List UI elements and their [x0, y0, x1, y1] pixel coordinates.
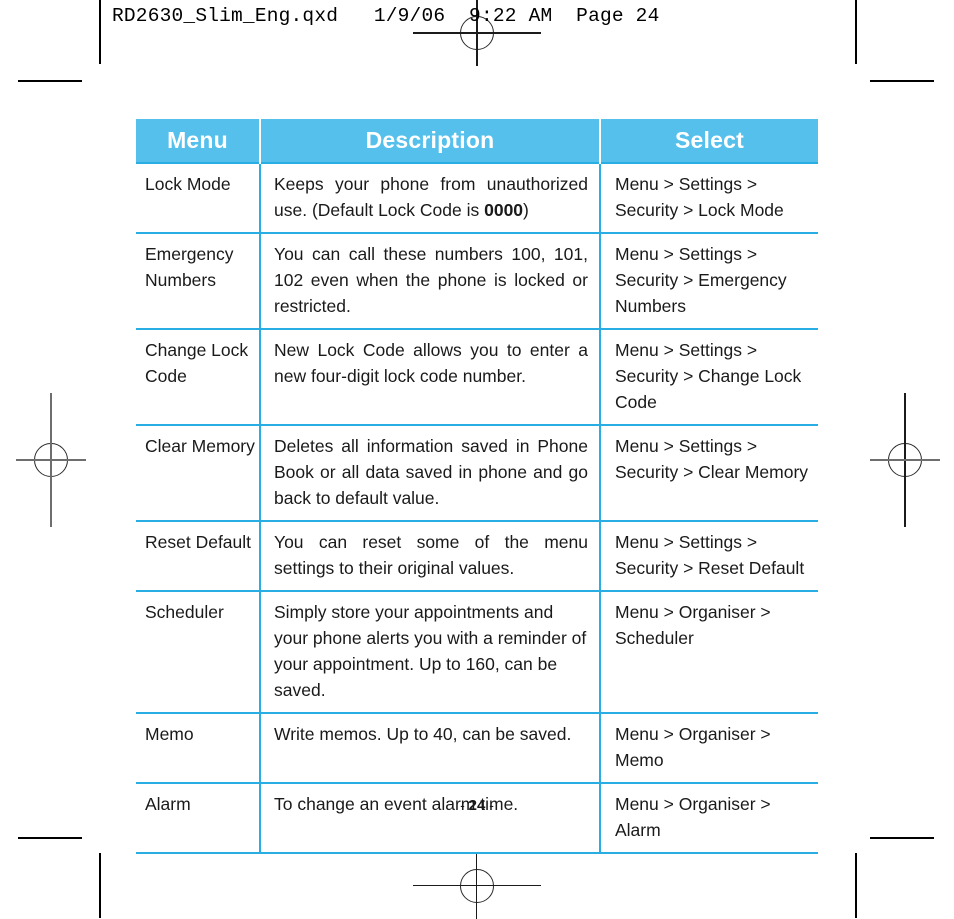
- cell-select-path: Menu > Organiser > Memo: [600, 712, 818, 783]
- column-header-description: Description: [260, 119, 601, 163]
- page-footer-prefix: -: [460, 797, 465, 813]
- cell-menu: Lock Mode: [136, 162, 261, 233]
- settings-menu-table: Menu Description Select Lock Mode Keeps y…: [136, 119, 818, 854]
- page-footer: - 24 -: [136, 797, 818, 814]
- crop-mark-bottom-left-vertical: [99, 853, 101, 918]
- table-row: Alarm To change an event alarm time. Menu …: [136, 782, 818, 854]
- cell-menu: Clear Memory: [136, 424, 261, 521]
- column-header-menu: Menu: [136, 119, 261, 163]
- cell-menu: Reset Default: [136, 520, 261, 591]
- cell-select-path: Menu > Settings > Security > Emergency N…: [600, 232, 818, 329]
- crop-mark-bottom-left-horizontal: [18, 837, 82, 839]
- cell-select-path: Menu > Settings > Security > Lock Mode: [600, 162, 818, 233]
- cell-description: To change an event alarm time.: [260, 782, 601, 854]
- cell-description: Write memos. Up to 40, can be saved.: [260, 712, 601, 783]
- page-number: 24: [468, 797, 486, 814]
- description-text-prefix: Keeps your phone from unauthorized use. …: [274, 174, 588, 220]
- crop-mark-top-left-vertical: [99, 0, 101, 64]
- cell-description: Keeps your phone from unauthorized use. …: [260, 162, 601, 233]
- table-row: Lock Mode Keeps your phone from unauthori…: [136, 162, 818, 233]
- cell-menu: Memo: [136, 712, 261, 783]
- table-row: Emergency Numbers You can call these numb…: [136, 232, 818, 329]
- description-text-suffix: ): [523, 200, 529, 220]
- table-row: Scheduler Simply store your appointments …: [136, 590, 818, 713]
- document-file-info: RD2630_Slim_Eng.qxd 1/9/06 9:22 AM Page …: [112, 5, 660, 27]
- table-body: Lock Mode Keeps your phone from unauthori…: [136, 162, 818, 854]
- cell-select-path: Menu > Settings > Security > Clear Memor…: [600, 424, 818, 521]
- column-header-select: Select: [600, 119, 818, 163]
- registration-line-horizontal-right: [870, 459, 940, 461]
- table-row: Memo Write memos. Up to 40, can be saved.…: [136, 712, 818, 783]
- crop-mark-bottom-right-horizontal: [870, 837, 934, 839]
- table-header: Menu Description Select: [136, 119, 818, 163]
- page-footer-suffix: -: [489, 797, 494, 813]
- cell-menu: Emergency Numbers: [136, 232, 261, 329]
- cell-description: Deletes all information saved in Phone B…: [260, 424, 601, 521]
- registration-line-horizontal-top: [413, 32, 541, 34]
- table-row: Reset Default You can reset some of the m…: [136, 520, 818, 591]
- registration-line-horizontal-bottom: [413, 885, 541, 887]
- default-lock-code-value: 0000: [484, 200, 524, 220]
- table-row: Clear Memory Deletes all information save…: [136, 424, 818, 521]
- cell-description: You can reset some of the menu settings …: [260, 520, 601, 591]
- crop-mark-top-right-horizontal: [870, 80, 934, 82]
- cell-description: Simply store your appointments and your …: [260, 590, 601, 713]
- cell-select-path: Menu > Settings > Security > Change Lock…: [600, 328, 818, 425]
- cell-description: You can call these numbers 100, 101, 102…: [260, 232, 601, 329]
- cell-description: New Lock Code allows you to enter a new …: [260, 328, 601, 425]
- table-header-row: Menu Description Select: [136, 119, 818, 163]
- table-row: Change Lock Code New Lock Code allows you…: [136, 328, 818, 425]
- cell-menu: Change Lock Code: [136, 328, 261, 425]
- cell-select-path: Menu > Organiser > Scheduler: [600, 590, 818, 713]
- crop-mark-bottom-right-vertical: [855, 853, 857, 918]
- cell-menu: Alarm: [136, 782, 261, 854]
- crop-mark-top-left-horizontal: [18, 80, 82, 82]
- crop-mark-top-right-vertical: [855, 0, 857, 64]
- cell-select-path: Menu > Settings > Security > Reset Defau…: [600, 520, 818, 591]
- cell-menu: Scheduler: [136, 590, 261, 713]
- settings-menu-table-container: Menu Description Select Lock Mode Keeps y…: [136, 119, 818, 854]
- cell-select-path: Menu > Organiser > Alarm: [600, 782, 818, 854]
- registration-line-horizontal-left: [16, 459, 86, 461]
